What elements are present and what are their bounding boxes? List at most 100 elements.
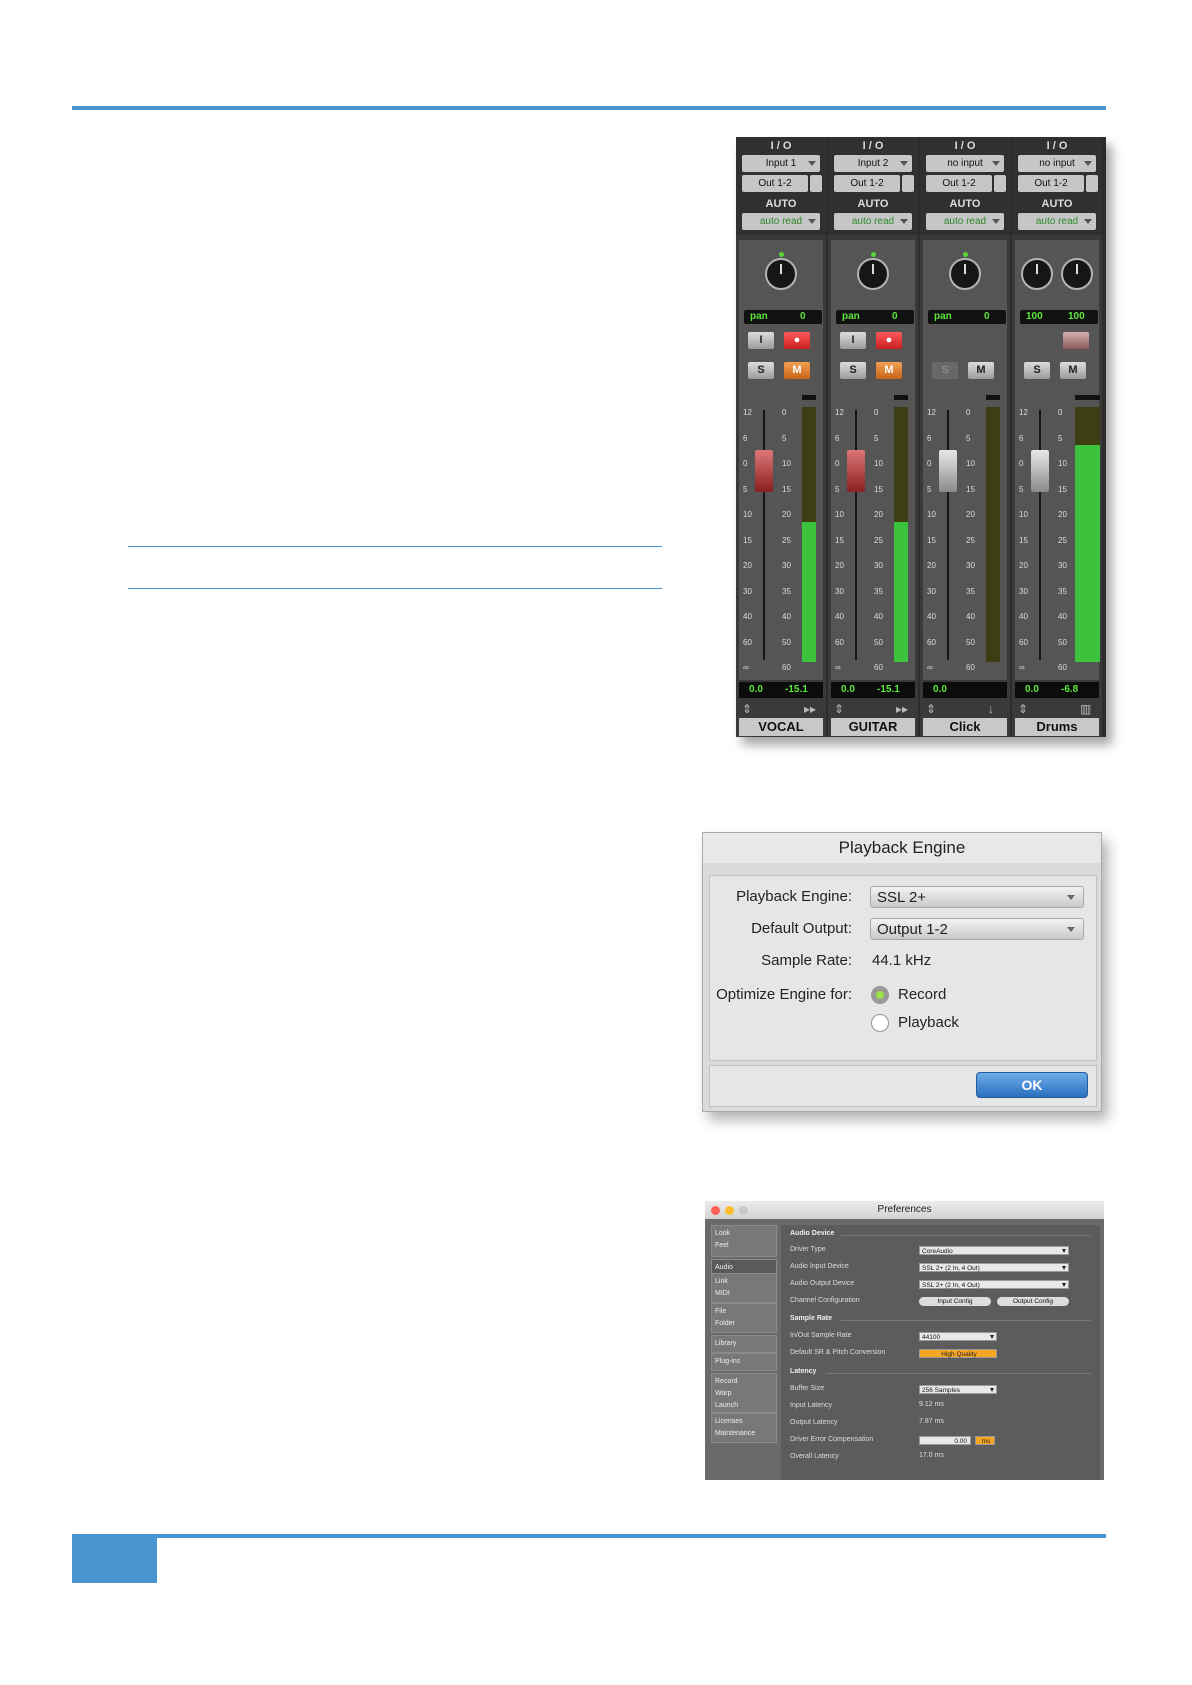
output-select[interactable]: Output 1-2 bbox=[870, 918, 1084, 940]
output-select[interactable]: Out 1-2 bbox=[1018, 175, 1098, 192]
engine-value: SSL 2+ bbox=[877, 889, 927, 906]
pan-knob[interactable] bbox=[857, 252, 889, 290]
volume-fader[interactable] bbox=[1031, 450, 1049, 492]
expand-arrows-icon[interactable]: ⇕ bbox=[742, 702, 752, 716]
expand-arrows-icon[interactable]: ⇕ bbox=[926, 702, 936, 716]
expand-arrows-icon[interactable]: ⇕ bbox=[834, 702, 844, 716]
track-name[interactable]: Click bbox=[923, 718, 1007, 736]
volume-fader[interactable] bbox=[847, 450, 865, 492]
automation-select[interactable]: auto read bbox=[742, 213, 820, 230]
output-arrow-icon[interactable] bbox=[1086, 175, 1098, 192]
automation-select[interactable]: auto read bbox=[834, 213, 912, 230]
solo-button[interactable]: S bbox=[932, 362, 958, 379]
output-select[interactable]: Out 1-2 bbox=[742, 175, 822, 192]
output-label: Default Output: bbox=[751, 920, 852, 937]
pan-knob[interactable] bbox=[765, 252, 797, 290]
input-monitor-button[interactable]: I bbox=[748, 332, 774, 349]
scale-tick: 12 bbox=[1019, 408, 1028, 417]
sr-conv-toggle[interactable]: High Quality bbox=[919, 1349, 997, 1358]
solo-button[interactable]: S bbox=[748, 362, 774, 379]
driver-type-select[interactable]: CoreAudio bbox=[919, 1246, 1069, 1255]
automation-select[interactable]: auto read bbox=[926, 213, 1004, 230]
output-routing-icon[interactable]: ↓ bbox=[988, 702, 994, 716]
output-routing-icon[interactable]: ▥ bbox=[1080, 702, 1091, 716]
mute-button[interactable]: M bbox=[968, 362, 994, 379]
scale-tick: 15 bbox=[835, 535, 844, 545]
input-select[interactable]: Input 2 bbox=[834, 155, 912, 172]
output-routing-icon[interactable]: ▸▸ bbox=[896, 702, 908, 716]
input-monitor-button[interactable]: I bbox=[840, 332, 866, 349]
sidebar-item[interactable]: Licenses Maintenance bbox=[711, 1413, 777, 1443]
pan-right-knob[interactable] bbox=[1061, 258, 1093, 290]
output-device-select[interactable]: SSL 2+ (2 In, 4 Out) bbox=[919, 1280, 1069, 1289]
chevron-down-icon bbox=[1084, 219, 1092, 224]
peak-indicator bbox=[986, 395, 1000, 400]
track-name[interactable]: GUITAR bbox=[831, 718, 915, 736]
volume-fader[interactable] bbox=[939, 450, 957, 492]
expand-arrows-icon[interactable]: ⇕ bbox=[1018, 702, 1028, 716]
sidebar-item[interactable]: Plug-ins bbox=[711, 1353, 777, 1371]
channel-config-label: Channel Configuration bbox=[790, 1297, 860, 1304]
sidebar-item[interactable]: File Folder bbox=[711, 1303, 777, 1333]
volume-readout: 0.0 -15.1 bbox=[831, 682, 915, 698]
sidebar-item[interactable]: Record Warp Launch bbox=[711, 1373, 777, 1413]
io-label: I / O bbox=[1046, 140, 1068, 152]
sidebar-item[interactable]: Link MIDI bbox=[711, 1273, 777, 1303]
mute-button[interactable]: M bbox=[784, 362, 810, 379]
record-enable-button[interactable]: ● bbox=[784, 332, 810, 349]
driver-comp-input[interactable]: 0.00 bbox=[919, 1436, 971, 1445]
input-select[interactable]: Input 1 bbox=[742, 155, 820, 172]
pan-display[interactable]: pan 0 bbox=[928, 310, 1006, 324]
ok-button[interactable]: OK bbox=[976, 1072, 1088, 1098]
buffer-select[interactable]: 256 Samples bbox=[919, 1385, 997, 1394]
record-radio[interactable] bbox=[871, 986, 889, 1004]
chevron-down-icon bbox=[1062, 1266, 1066, 1270]
scale-tick: 25 bbox=[966, 535, 975, 545]
mute-button[interactable]: M bbox=[876, 362, 902, 379]
output-config-button[interactable]: Output Config bbox=[997, 1297, 1069, 1306]
scale-tick: 50 bbox=[966, 637, 975, 647]
output-arrow-icon[interactable] bbox=[902, 175, 914, 192]
sidebar-item[interactable]: Library bbox=[711, 1335, 777, 1353]
buffer-value: 256 Samples bbox=[922, 1387, 960, 1394]
track-name[interactable]: Drums bbox=[1015, 718, 1099, 736]
pan-indicator-icon bbox=[871, 252, 876, 257]
pan-knob[interactable] bbox=[949, 252, 981, 290]
record-enable-button[interactable] bbox=[1063, 332, 1089, 349]
engine-label: Playback Engine: bbox=[736, 888, 852, 905]
title-bar: Preferences bbox=[705, 1201, 1104, 1219]
input-select[interactable]: no input bbox=[1018, 155, 1096, 172]
scale-tick: 12 bbox=[927, 408, 936, 417]
pan-display[interactable]: pan 0 bbox=[836, 310, 914, 324]
pan-display[interactable]: pan 0 bbox=[744, 310, 822, 324]
output-arrow-icon[interactable] bbox=[994, 175, 1006, 192]
mute-button[interactable]: M bbox=[1060, 362, 1086, 379]
input-device-select[interactable]: SSL 2+ (2 In, 4 Out) bbox=[919, 1263, 1069, 1272]
volume-fader[interactable] bbox=[755, 450, 773, 492]
scale-tick: 20 bbox=[927, 561, 936, 570]
output-select[interactable]: Out 1-2 bbox=[926, 175, 1006, 192]
input-device-label: Audio Input Device bbox=[790, 1263, 849, 1270]
driver-comp-unit[interactable]: ms bbox=[975, 1436, 995, 1445]
playback-radio[interactable] bbox=[871, 1014, 889, 1032]
chevron-down-icon bbox=[808, 161, 816, 166]
pan-display[interactable]: 100 100 bbox=[1020, 310, 1098, 324]
input-select[interactable]: no input bbox=[926, 155, 1004, 172]
driver-type-label: Driver Type bbox=[790, 1246, 826, 1253]
track-name[interactable]: VOCAL bbox=[739, 718, 823, 736]
solo-button[interactable]: S bbox=[840, 362, 866, 379]
sidebar-item[interactable]: Look Feel bbox=[711, 1225, 777, 1257]
solo-button[interactable]: S bbox=[1024, 362, 1050, 379]
automation-select[interactable]: auto read bbox=[1018, 213, 1096, 230]
output-select[interactable]: Out 1-2 bbox=[834, 175, 914, 192]
output-routing-icon[interactable]: ▸▸ bbox=[804, 702, 816, 716]
volume-readout: 0.0 -6.8 bbox=[1015, 682, 1099, 698]
inout-rate-select[interactable]: 44100 bbox=[919, 1332, 997, 1341]
pan-left-knob[interactable] bbox=[1021, 258, 1053, 290]
engine-select[interactable]: SSL 2+ bbox=[870, 886, 1084, 908]
scale-tick: 20 bbox=[966, 510, 975, 519]
scale-tick: ∞ bbox=[835, 663, 841, 672]
record-enable-button[interactable]: ● bbox=[876, 332, 902, 349]
input-config-button[interactable]: Input Config bbox=[919, 1297, 991, 1306]
output-arrow-icon[interactable] bbox=[810, 175, 822, 192]
